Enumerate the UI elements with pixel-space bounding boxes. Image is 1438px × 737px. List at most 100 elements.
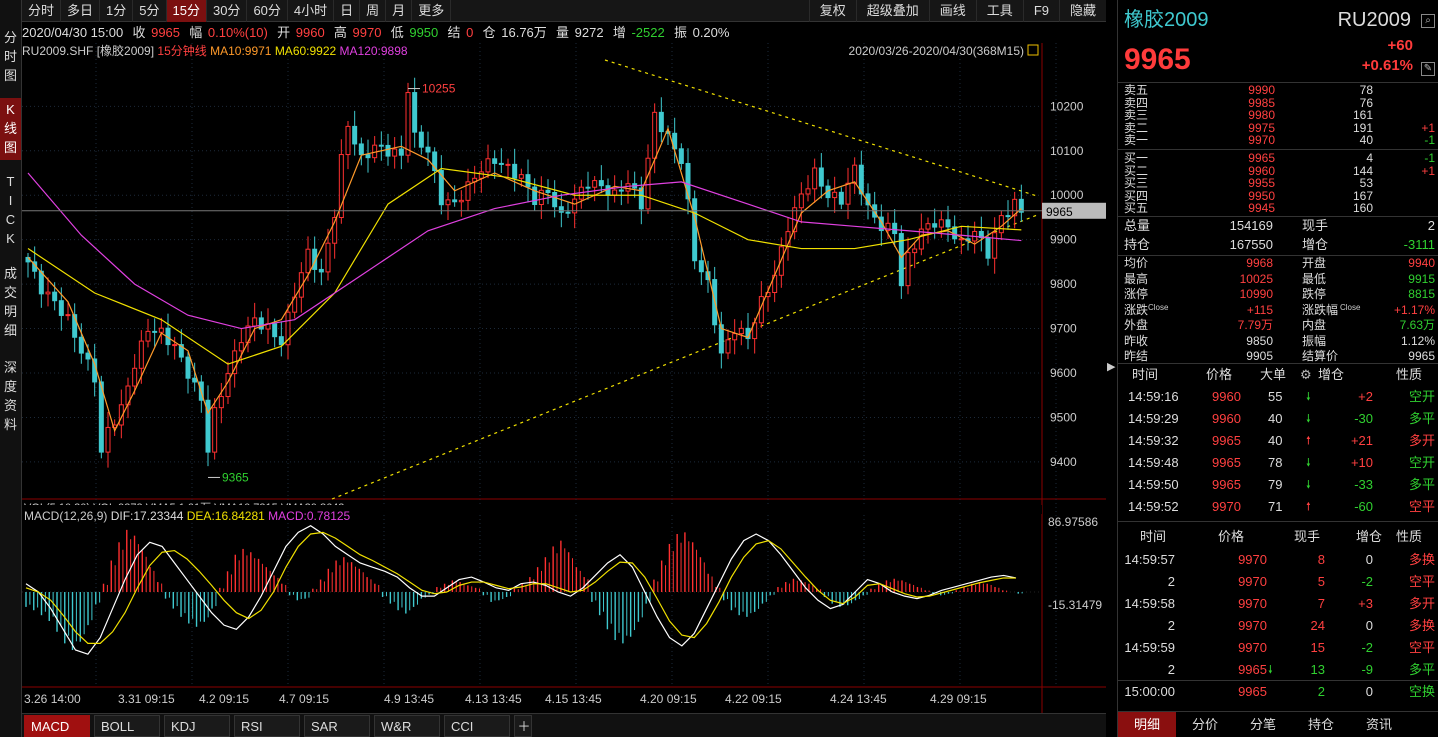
orderbook-volume: 191 [1352,120,1373,135]
indicator-tab[interactable]: W&R [374,715,440,737]
search-icon[interactable]: ⌕ [1421,14,1435,28]
indicator-tab[interactable]: KDJ [164,715,230,737]
period-tab[interactable]: 更多 [412,0,452,22]
stat-value: 7.63万 [1399,318,1435,332]
indicator-tab[interactable]: CCI [444,715,510,737]
orderbook-row: 卖三 9980 161 [1118,109,1438,121]
add-indicator-icon[interactable]: ＋ [514,715,532,737]
indicator-tab[interactable]: SAR [304,715,370,737]
orderbook-label: 买五 [1124,201,1149,215]
orderbook-price: 9975 [1248,120,1275,135]
tick-oi: -2 [1361,640,1373,655]
candle [692,190,698,270]
period-tab[interactable]: 1分 [100,0,134,22]
period-label: 15分钟线 [157,43,210,58]
panel-tab[interactable]: 分笔 [1234,712,1292,737]
orderbook-change: +1 [1421,163,1435,178]
orderbook-price: 9980 [1248,108,1275,122]
low-value: 9950 [409,25,439,40]
trade-time: 14:59:29 [1128,411,1179,426]
x-tick-label: 4.7 09:15 [279,692,329,706]
stat-row: 均价 9968 开盘 9940 [1118,256,1438,271]
nav-kline[interactable]: K线图 [0,98,21,160]
panel-tab[interactable]: 资讯 [1350,712,1408,737]
tick-price: 9970 [1238,640,1267,655]
divider [1118,680,1438,681]
stat-label: 涨停 [1124,287,1149,301]
period-tab[interactable]: 30分 [207,0,248,22]
stat-value: -3111 [1403,237,1435,252]
y-tick-label: 9400 [1050,455,1077,469]
panel-tab[interactable]: 分价 [1176,712,1234,737]
panel-tab[interactable]: 明细 [1118,712,1176,737]
trade-row: 14:59:29 9960 40 🠗 -30 多平 [1118,408,1438,430]
y-tick-label: 9800 [1050,277,1077,291]
ticks-header-cell: 增仓 [1356,529,1383,544]
trade-price: 9965 [1212,455,1241,470]
nav-tick[interactable]: TICK [0,172,21,252]
settle-value: 0 [466,25,474,40]
arrow-down-icon: 🠗 [1306,391,1311,403]
orderbook-price: 9945 [1248,201,1275,215]
arrow-down-icon: 🠗 [1306,457,1311,469]
ticks-header-cell: 时间 [1140,529,1167,544]
tick-time: 2 [1167,574,1175,589]
indicator-tab[interactable]: RSI [234,715,300,737]
trade-time: 14:59:48 [1128,455,1179,470]
toolbar-button[interactable]: 工具 [975,0,1023,22]
trade-time: 14:59:16 [1128,389,1179,404]
ticks-header-cell: 性质 [1396,529,1423,544]
x-tick-label: 3.26 14:00 [24,692,81,706]
stat-value: 154169 [1229,218,1273,233]
period-tab[interactable]: 月 [386,0,413,22]
edit-icon[interactable]: ✎ [1421,62,1435,76]
toolbar-button[interactable]: F9 [1022,0,1059,22]
y-tick-label: 9700 [1050,322,1077,336]
trade-row: 14:59:50 9965 79 🠗 -33 多平 [1118,474,1438,496]
amp-label: 幅 [189,25,203,40]
tick-price: 9970 [1238,574,1267,589]
trades-header-cell: 性质 [1396,367,1423,382]
trade-price: 9965 [1212,477,1241,492]
tick-time: 14:59:58 [1124,596,1175,611]
tick-size: 2 [1317,684,1325,699]
orderbook-volume: 53 [1359,176,1373,190]
tick-size: 7 [1317,596,1325,611]
period-tab[interactable]: 分时 [22,0,62,22]
indicator-tab[interactable]: MACD [24,715,90,737]
ticks-header-cell: 价格 [1218,529,1245,544]
indicator-tab[interactable]: BOLL [94,715,160,737]
nav-depth-data[interactable]: 深度资料 [0,358,21,438]
period-tab[interactable]: 日 [334,0,361,22]
trade-nature: 空平 [1408,499,1435,514]
tick-time: 2 [1167,662,1175,677]
period-tab[interactable]: 4小时 [288,0,335,22]
orderbook-price: 9990 [1248,83,1275,97]
settings-gear-icon[interactable]: ⚙ [1300,364,1312,386]
tick-price: 9965 [1238,662,1267,677]
stat-label: 涨跌幅 [1302,302,1339,317]
low-label: 低 [390,25,404,40]
ticks-header: 时间 价格 现手 增仓 性质 [1118,526,1438,548]
period-tab[interactable]: 多日 [61,0,101,22]
period-tab[interactable]: 5分 [133,0,167,22]
toolbar-button[interactable]: 超级叠加 [855,0,929,22]
stat-label: 振幅 [1302,333,1327,348]
collapse-arrow-icon[interactable]: ▶ [1107,360,1117,376]
nav-timeshare[interactable]: 分时图 [0,26,21,88]
stat-value: 9965 [1408,349,1435,363]
period-tab[interactable]: 60分 [247,0,288,22]
trades-header-cell: 时间 [1132,367,1159,382]
panel-tab[interactable]: 持仓 [1292,712,1350,737]
trade-row: 14:59:16 9960 55 🠗 +2 空开 [1118,386,1438,408]
toolbar-button[interactable]: 隐藏 [1058,0,1106,22]
nav-trade-detail[interactable]: 成交明细 [0,264,21,344]
trade-time: 14:59:50 [1128,477,1179,492]
period-tab[interactable]: 15分 [166,0,207,22]
toolbar-button[interactable]: 画线 [928,0,976,22]
period-tab[interactable]: 周 [360,0,387,22]
instrument-code: RU2009 [1337,9,1411,31]
tick-oi: 0 [1365,618,1373,633]
toolbar-button[interactable]: 复权 [808,0,856,22]
kline-chart[interactable]: 10200 10100 10000 9900 9800 9700 9600 9500 9400 3… [22,43,1106,713]
